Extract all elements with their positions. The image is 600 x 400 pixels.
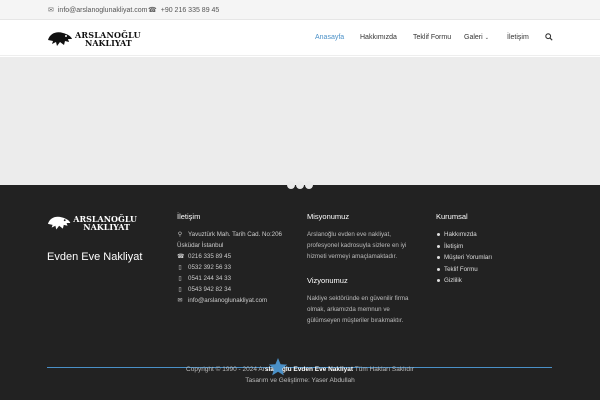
mobile-icon: ▯	[178, 276, 182, 282]
logo-line2: NAKLIYAT	[85, 38, 132, 48]
footer-logo[interactable]: ARSLANOĞLU NAKLIYAT	[47, 213, 137, 233]
corporate-title: Kurumsal	[436, 212, 468, 221]
mission-title: Misyonumuz	[307, 212, 350, 221]
envelope-icon: ✉	[177, 298, 183, 304]
nav-hakkimizda[interactable]: Hakkımızda	[360, 34, 397, 41]
vision-text: Nakliye sektöründe en güvenilir firma ol…	[307, 295, 409, 324]
slider-dot[interactable]	[296, 181, 304, 189]
hero-slider	[0, 57, 600, 185]
lion-logo-icon	[48, 32, 72, 46]
star-icon[interactable]	[268, 357, 288, 377]
corporate-link-iletisim[interactable]: İletişim	[437, 241, 492, 253]
contact-title: İletişim	[177, 212, 201, 221]
contact-mobile[interactable]: ▯ 0541 244 34 33	[177, 275, 231, 282]
contact-mobile[interactable]: ▯ 0532 392 56 33	[177, 264, 231, 271]
topbar-email[interactable]: ✉ info@arslanoglunakliyat.com	[48, 6, 147, 15]
mission-text: Arslanoğlu evden eve nakliyat, profesyon…	[307, 231, 407, 260]
nav-iletisim[interactable]: İletişim	[507, 34, 529, 41]
slider-dots	[287, 181, 313, 189]
nav-anasayfa[interactable]: Anasayfa	[315, 34, 344, 41]
phone-icon: ☎	[177, 254, 185, 260]
contact-email[interactable]: ✉ info@arslanoglunakliyat.com	[177, 297, 267, 304]
corporate-link-gizlilik[interactable]: Gizlilik	[437, 275, 492, 287]
slider-dot[interactable]	[287, 181, 295, 189]
footer-logo-line2: NAKLIYAT	[83, 222, 131, 232]
chevron-down-icon: ⌄	[484, 35, 489, 41]
topbar-phone[interactable]: ☎ +90 216 335 89 45	[148, 6, 219, 15]
nav-galeri[interactable]: Galeri ⌄	[464, 34, 489, 41]
footer-tagline: Evden Eve Nakliyat	[47, 251, 143, 263]
site-logo[interactable]: ARSLANOĞLU NAKLIYAT	[47, 28, 141, 50]
developer-credit: Tasarım ve Geliştirme: Yaser Abdullah	[245, 377, 355, 384]
phone-icon: ☎	[148, 7, 157, 14]
corporate-link-teklif-formu[interactable]: Teklif Formu	[437, 264, 492, 276]
corporate-link-musteri-yorumlari[interactable]: Müşteri Yorumları	[437, 252, 492, 264]
search-icon[interactable]	[545, 33, 553, 41]
contact-address: ⚲ Yavuztürk Mah. Tarih Cad. No:206	[177, 231, 283, 238]
contact-mobile[interactable]: ▯ 0543 942 82 34	[177, 286, 231, 293]
site-footer: ARSLANOĞLU NAKLIYAT Evden Eve Nakliyat İ…	[0, 181, 600, 400]
contact-phone[interactable]: ☎ 0216 335 89 45	[177, 253, 231, 260]
mobile-icon: ▯	[178, 265, 182, 271]
map-pin-icon: ⚲	[177, 232, 183, 238]
envelope-icon: ✉	[48, 7, 54, 14]
slider-dot[interactable]	[305, 181, 313, 189]
site-header: ARSLANOĞLU NAKLIYAT Anasayfa Hakkımızda …	[0, 20, 600, 56]
top-bar: ✉ info@arslanoglunakliyat.com ☎ +90 216 …	[0, 0, 600, 20]
corporate-links: Hakkımızda İletişim Müşteri Yorumları Te…	[437, 229, 492, 287]
copyright-text: Copyright © 1990 - 2024 Arslanoğlu Evden…	[186, 366, 414, 373]
corporate-link-hakkimizda[interactable]: Hakkımızda	[437, 229, 492, 241]
vision-title: Vizyonumuz	[307, 276, 348, 285]
mobile-icon: ▯	[178, 287, 182, 293]
nav-teklif-formu[interactable]: Teklif Formu	[413, 34, 451, 41]
lion-logo-icon	[47, 216, 71, 230]
contact-address-line2: Üsküdar İstanbul	[177, 242, 224, 249]
